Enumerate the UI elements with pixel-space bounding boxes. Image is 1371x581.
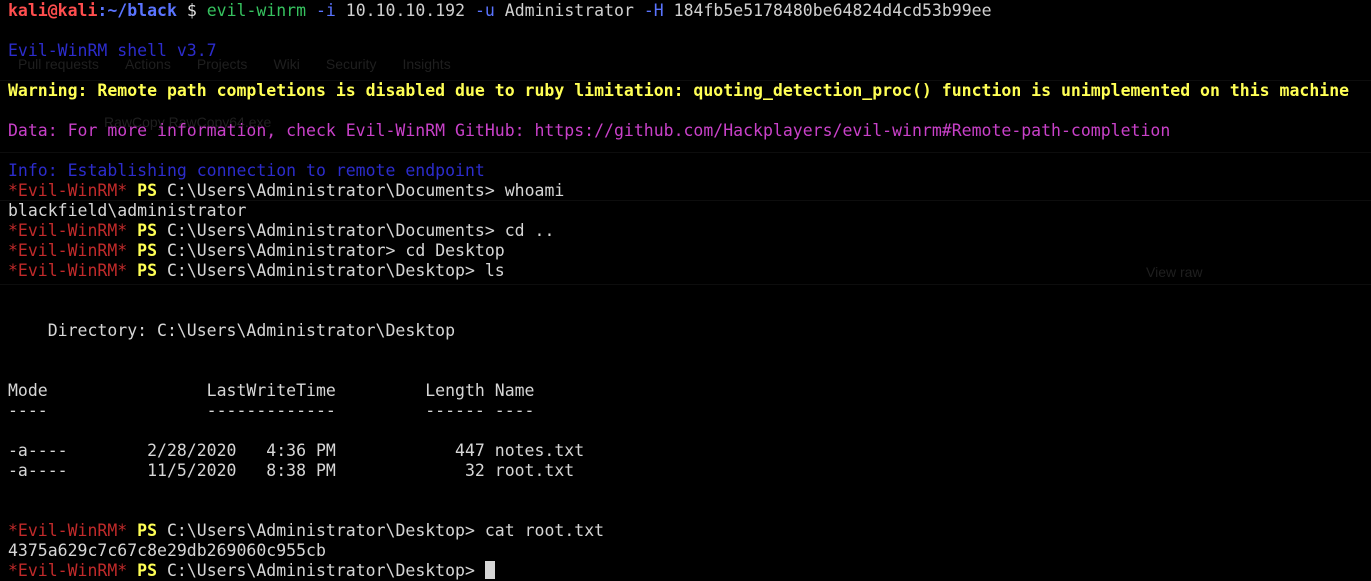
- winrm-tag: *Evil-WinRM*: [8, 521, 128, 540]
- table-rule: ---- ------------- ------ ----: [8, 401, 535, 420]
- winrm-prompt-line: *Evil-WinRM* PS C:\Users\Administrator> …: [8, 241, 1371, 261]
- banner-info: Info: Establishing connection to remote …: [8, 161, 485, 180]
- ps-label: PS: [127, 261, 167, 280]
- command-user: Administrator: [504, 1, 634, 20]
- winrm-prompt-line: *Evil-WinRM* PS C:\Users\Administrator\D…: [8, 261, 1371, 281]
- prompt-separator: :: [97, 1, 108, 20]
- table-header: Mode LastWriteTime Length Name: [8, 381, 535, 400]
- winrm-tag: *Evil-WinRM*: [8, 561, 128, 580]
- table-row: -a---- 11/5/2020 8:38 PM 32 root.txt: [8, 461, 575, 480]
- banner-warning: Warning: Remote path completions is disa…: [8, 81, 1350, 100]
- prompt-path: ~/black: [107, 1, 177, 20]
- command-output: blackfield\administrator: [8, 201, 247, 220]
- prompt-cwd: C:\Users\Administrator\Documents>: [166, 181, 505, 200]
- ps-label: PS: [127, 561, 167, 580]
- prompt-cwd: C:\Users\Administrator\Desktop>: [166, 521, 485, 540]
- command-flag: -H: [633, 1, 674, 20]
- typed-command: ls: [484, 261, 505, 280]
- table-row: -a---- 2/28/2020 4:36 PM 447 notes.txt: [8, 441, 585, 460]
- winrm-tag: *Evil-WinRM*: [8, 241, 128, 260]
- prompt-cwd: C:\Users\Administrator>: [166, 241, 406, 260]
- command-flag: -u: [465, 1, 505, 20]
- prompt-cwd: C:\Users\Administrator\Desktop>: [166, 261, 485, 280]
- banner-data: Data: For more information, check Evil-W…: [8, 121, 1171, 140]
- terminal-output[interactable]: kali@kali:~/black $ evil-winrm -i 10.10.…: [8, 1, 1371, 581]
- ps-label: PS: [127, 221, 167, 240]
- directory-heading: Directory: C:\Users\Administrator\Deskto…: [8, 321, 456, 340]
- command-hash: 184fb5e5178480be64824d4cd53b99ee: [673, 1, 992, 20]
- winrm-prompt-line: *Evil-WinRM* PS C:\Users\Administrator\D…: [8, 181, 1371, 201]
- ps-label: PS: [127, 241, 167, 260]
- winrm-tag: *Evil-WinRM*: [8, 221, 128, 240]
- prompt-user-host: kali@kali: [8, 1, 98, 20]
- banner-version: Evil-WinRM shell v3.7: [8, 41, 217, 60]
- prompt-cwd: C:\Users\Administrator\Desktop>: [166, 561, 485, 580]
- winrm-prompt-line: *Evil-WinRM* PS C:\Users\Administrator\D…: [8, 521, 1371, 541]
- command-output: 4375a629c7c67c8e29db269060c955cb: [8, 541, 326, 560]
- ps-label: PS: [127, 521, 167, 540]
- prompt-dollar: $: [176, 1, 207, 20]
- typed-command: whoami: [504, 181, 565, 200]
- winrm-prompt-line[interactable]: *Evil-WinRM* PS C:\Users\Administrator\D…: [8, 561, 1371, 581]
- winrm-prompt-line: *Evil-WinRM* PS C:\Users\Administrator\D…: [8, 221, 1371, 241]
- text-cursor[interactable]: [484, 561, 495, 579]
- winrm-tag: *Evil-WinRM*: [8, 261, 128, 280]
- prompt-cwd: C:\Users\Administrator\Documents>: [166, 221, 505, 240]
- shell-command-line: kali@kali:~/black $ evil-winrm -i 10.10.…: [8, 1, 1371, 21]
- typed-command: cd Desktop: [405, 241, 505, 260]
- typed-command: cat root.txt: [484, 521, 605, 540]
- winrm-tag: *Evil-WinRM*: [8, 181, 128, 200]
- command-flag: -i: [306, 1, 346, 20]
- command-program: evil-winrm: [206, 1, 307, 20]
- command-ip: 10.10.10.192: [345, 1, 466, 20]
- typed-command: cd ..: [504, 221, 555, 240]
- ps-label: PS: [127, 181, 167, 200]
